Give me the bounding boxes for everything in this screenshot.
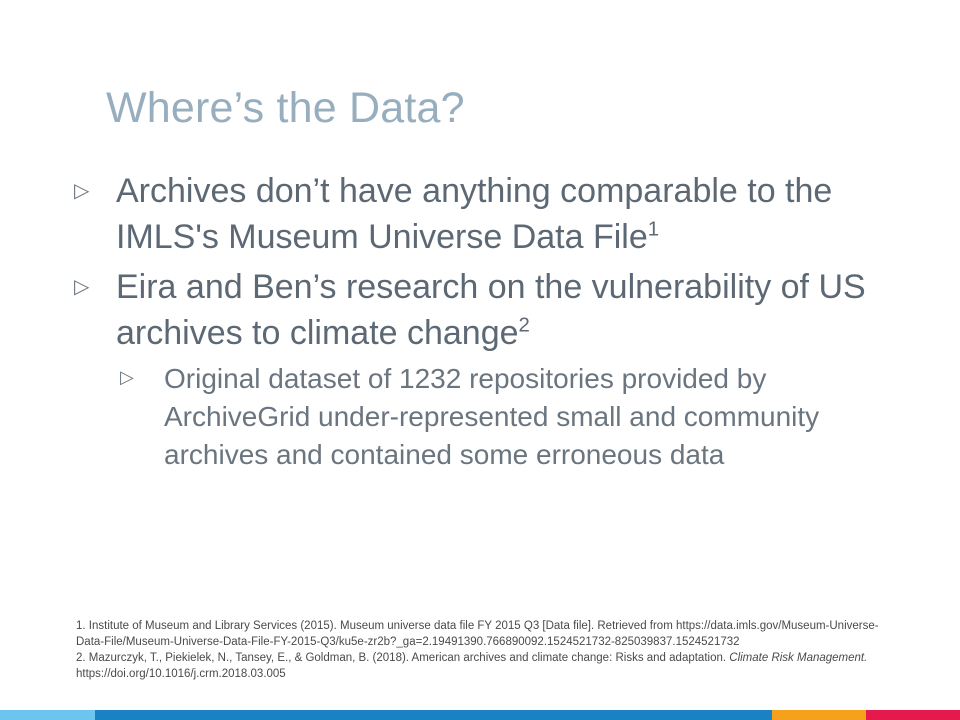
- reference-2-doi: https://doi.org/10.1016/j.crm.2018.03.00…: [76, 668, 286, 680]
- reference-2: 2. Mazurczyk, T., Piekielek, N., Tansey,…: [76, 650, 886, 682]
- slide-title: Where’s the Data?: [106, 84, 465, 132]
- bullet-item-2: ▷ Eira and Ben’s research on the vulnera…: [70, 264, 900, 356]
- triangle-right-outline-icon: ▷: [74, 180, 90, 202]
- reference-2-journal: Climate Risk Management.: [729, 652, 868, 664]
- footer-bar-blue: [95, 710, 772, 720]
- footer-bar-orange: [772, 710, 866, 720]
- sub-bullet-text: Original dataset of 1232 repositories pr…: [164, 363, 820, 470]
- bullet-2-text: Eira and Ben’s research on the vulnerabi…: [116, 268, 866, 352]
- bullet-1-text: Archives don’t have anything comparable …: [116, 172, 833, 256]
- footnote-marker-1: 1: [647, 218, 660, 241]
- reference-1: 1. Institute of Museum and Library Servi…: [76, 620, 879, 648]
- footer-bar-light-blue: [0, 710, 95, 720]
- reference-2-authors: 2. Mazurczyk, T., Piekielek, N., Tansey,…: [76, 652, 730, 664]
- references: 1. Institute of Museum and Library Servi…: [76, 618, 886, 682]
- bullet-list: ▷ Archives don’t have anything comparabl…: [70, 168, 900, 474]
- footnote-marker-2: 2: [518, 314, 530, 337]
- bullet-item-1: ▷ Archives don’t have anything comparabl…: [70, 168, 900, 260]
- triangle-right-outline-icon: ▷: [120, 367, 134, 387]
- footer-bar-red: [866, 710, 960, 720]
- triangle-right-outline-icon: ▷: [74, 276, 90, 298]
- sub-bullet-item: ▷ Original dataset of 1232 repositories …: [116, 360, 900, 474]
